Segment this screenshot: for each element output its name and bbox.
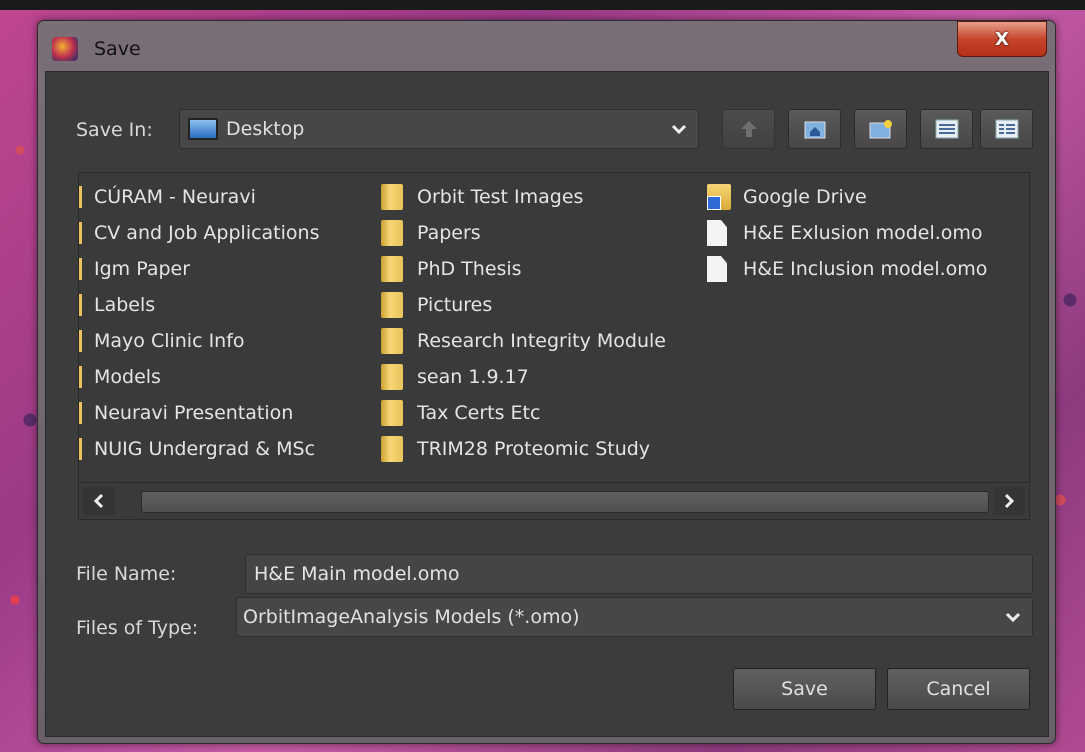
details-view-icon <box>995 119 1018 139</box>
folder-icon <box>381 328 403 354</box>
file-name-label: File Name: <box>76 563 177 585</box>
list-item[interactable]: Pictures <box>381 287 666 323</box>
folder-icon <box>79 402 82 424</box>
list-view-button[interactable] <box>920 109 973 149</box>
folder-icon <box>79 186 82 208</box>
files-of-type-label: Files of Type: <box>76 617 199 639</box>
folder-icon <box>79 258 82 280</box>
list-item[interactable]: Models <box>79 359 319 395</box>
list-item[interactable]: Igm Paper <box>79 251 319 287</box>
file-column-2: Orbit Test Images Papers PhD Thesis Pict… <box>381 179 666 467</box>
list-item[interactable]: Labels <box>79 287 319 323</box>
home-button[interactable] <box>788 109 841 149</box>
folder-icon <box>381 364 403 390</box>
dialog-body: Save In: Desktop CÚRAM - Neuravi CV and … <box>45 71 1049 737</box>
file-list[interactable]: CÚRAM - Neuravi CV and Job Applications … <box>78 172 1030 520</box>
folder-icon <box>381 292 403 318</box>
close-button[interactable]: X <box>957 21 1047 57</box>
up-one-level-button[interactable] <box>722 109 775 149</box>
list-item[interactable]: TRIM28 Proteomic Study <box>381 431 666 467</box>
list-item[interactable]: CV and Job Applications <box>79 215 319 251</box>
chevron-down-icon[interactable] <box>994 598 1032 636</box>
list-item[interactable]: Tax Certs Etc <box>381 395 666 431</box>
list-item[interactable]: Google Drive <box>707 179 987 215</box>
desktop-icon <box>188 118 218 140</box>
save-in-label: Save In: <box>76 119 153 141</box>
folder-icon <box>79 294 82 316</box>
folder-icon <box>79 222 82 244</box>
list-item[interactable]: Research Integrity Module <box>381 323 666 359</box>
dialog-title: Save <box>94 38 141 60</box>
horizontal-scrollbar[interactable] <box>79 482 1029 519</box>
chevron-left-icon <box>93 493 104 509</box>
save-button[interactable]: Save <box>733 668 876 710</box>
list-item[interactable]: PhD Thesis <box>381 251 666 287</box>
save-in-combo[interactable]: Desktop <box>179 109 699 149</box>
folder-icon <box>381 436 403 462</box>
list-item[interactable]: Neuravi Presentation <box>79 395 319 431</box>
list-item[interactable]: sean 1.9.17 <box>381 359 666 395</box>
cancel-button[interactable]: Cancel <box>887 668 1030 710</box>
chevron-right-icon <box>1004 493 1015 509</box>
document-icon <box>707 256 727 282</box>
list-item[interactable]: H&E Inclusion model.omo <box>707 251 987 287</box>
scroll-right-button[interactable] <box>993 487 1025 515</box>
up-arrow-icon <box>740 121 757 137</box>
folder-icon <box>381 184 403 210</box>
file-column-1: CÚRAM - Neuravi CV and Job Applications … <box>79 179 319 467</box>
top-band <box>0 0 1085 10</box>
files-of-type-value: OrbitImageAnalysis Models (*.omo) <box>243 606 580 628</box>
scroll-left-button[interactable] <box>83 487 115 515</box>
list-item[interactable]: Papers <box>381 215 666 251</box>
file-name-input[interactable] <box>245 554 1033 594</box>
new-folder-button[interactable] <box>854 109 907 149</box>
folder-icon <box>381 220 403 246</box>
details-view-button[interactable] <box>980 109 1033 149</box>
chevron-down-icon[interactable] <box>660 110 698 148</box>
list-item[interactable]: H&E Exlusion model.omo <box>707 215 987 251</box>
shortcut-folder-icon <box>707 184 731 210</box>
document-icon <box>707 220 727 246</box>
folder-icon <box>381 256 403 282</box>
app-icon <box>52 37 78 61</box>
save-dialog: Save X Save In: Desktop CÚRAM - Neuravi … <box>37 20 1056 744</box>
list-item[interactable]: Orbit Test Images <box>381 179 666 215</box>
list-item[interactable]: CÚRAM - Neuravi <box>79 179 319 215</box>
file-column-3: Google Drive H&E Exlusion model.omo H&E … <box>707 179 987 287</box>
save-in-value: Desktop <box>226 118 305 140</box>
title-bar[interactable]: Save X <box>38 21 1055 71</box>
list-item[interactable]: NUIG Undergrad & MSc <box>79 431 319 467</box>
files-of-type-combo[interactable]: OrbitImageAnalysis Models (*.omo) <box>236 597 1033 637</box>
folder-icon <box>79 438 82 460</box>
new-folder-icon <box>869 120 892 139</box>
home-folder-icon <box>804 121 825 139</box>
list-view-icon <box>935 119 958 139</box>
folder-icon <box>381 400 403 426</box>
scrollbar-thumb[interactable] <box>141 491 989 513</box>
list-item[interactable]: Mayo Clinic Info <box>79 323 319 359</box>
folder-icon <box>79 330 82 352</box>
folder-icon <box>79 366 82 388</box>
